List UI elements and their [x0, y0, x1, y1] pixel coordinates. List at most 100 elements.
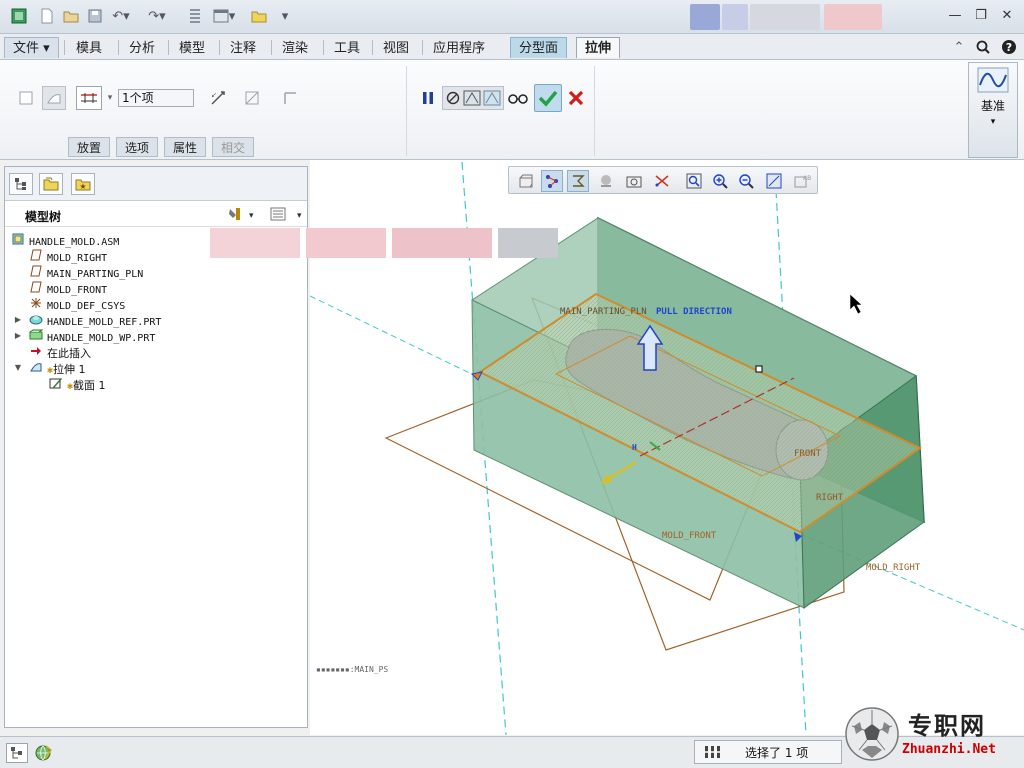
graphics-window[interactable]: MAIN_PARTING_PLN PULL DIRECTION H FRONT …: [210, 160, 1024, 736]
extrude-dashboard: ▾ 1个项 ↙ 放置 选项 属性 相交 基准 ▾: [0, 60, 1024, 160]
tree-item-label: HANDLE_MOLD_WP.PRT: [47, 333, 156, 344]
tab-model[interactable]: 模型: [170, 37, 214, 58]
subtab-options[interactable]: 选项: [116, 137, 159, 157]
surface-icon[interactable]: [42, 86, 66, 110]
windows-icon[interactable]: ▾: [210, 7, 238, 25]
ok-button[interactable]: [534, 84, 562, 112]
datum-display-icon[interactable]: [541, 170, 563, 192]
view-manager-icon[interactable]: AB: [791, 170, 813, 192]
soccer-ball-logo-icon: [844, 706, 900, 765]
display-style-icon[interactable]: [623, 170, 645, 192]
remove-material-icon[interactable]: [240, 86, 264, 110]
tab-analysis[interactable]: 分析: [120, 37, 164, 58]
datum-label: 基准: [980, 99, 1005, 113]
model-tree-tab-icon[interactable]: [9, 173, 33, 195]
expand-triangle-icon[interactable]: ▶: [13, 331, 23, 340]
part-icon: [29, 313, 43, 329]
selection-collector-field[interactable]: 1个项: [118, 89, 194, 107]
tab-view[interactable]: 视图: [374, 37, 418, 58]
close-window-folder-icon[interactable]: [250, 7, 268, 25]
depth-option-dropdown-icon[interactable]: ▾: [104, 86, 116, 110]
cancel-button[interactable]: [564, 86, 588, 110]
assembly-icon: [11, 233, 25, 249]
tree-item-label: 截面 1: [73, 379, 106, 392]
tree-item-extrude-1[interactable]: ✱拉伸 1: [29, 361, 86, 376]
tree-item-mold-front[interactable]: MOLD_FRONT: [29, 281, 107, 296]
navigator-tabs: ★: [5, 167, 307, 201]
tab-tools[interactable]: 工具: [325, 37, 369, 58]
subtab-intersect[interactable]: 相交: [212, 137, 255, 157]
verify-glasses-icon[interactable]: [506, 86, 530, 110]
show-navigator-icon[interactable]: [6, 743, 28, 763]
folder-browser-tab-icon[interactable]: [39, 173, 63, 195]
svg-text:▾: ▾: [249, 211, 254, 221]
zoom-out-icon[interactable]: [735, 170, 757, 192]
tab-parting-surface[interactable]: 分型面: [510, 37, 568, 58]
spin-center-icon[interactable]: [595, 170, 617, 192]
blur-block: [306, 228, 386, 258]
perspective-icon[interactable]: [651, 170, 673, 192]
restore-icon[interactable]: ❐: [970, 6, 992, 26]
subtab-properties[interactable]: 属性: [164, 137, 207, 157]
datum-plane-icon: [29, 249, 43, 265]
main-parting-label: MAIN_PARTING_PLN: [560, 307, 647, 317]
datum-button[interactable]: 基准 ▾: [968, 62, 1018, 158]
tree-item-main-parting-pln[interactable]: MAIN_PARTING_PLN: [29, 265, 143, 280]
thicken-icon[interactable]: [278, 86, 302, 110]
tree-settings-icon[interactable]: ▾: [227, 206, 257, 225]
minimize-icon[interactable]: —: [944, 6, 966, 26]
tab-applications[interactable]: 应用程序: [424, 37, 494, 58]
preview-options-icon[interactable]: [442, 86, 504, 110]
repaint-icon[interactable]: [763, 170, 785, 192]
tree-item-section-1[interactable]: ✱截面 1: [49, 377, 106, 392]
favorites-tab-icon[interactable]: ★: [71, 173, 95, 195]
saved-views-icon[interactable]: [515, 170, 537, 192]
pull-direction-label: PULL DIRECTION: [656, 307, 732, 317]
selection-status[interactable]: 选择了 1 项: [694, 740, 842, 764]
depth-option-icon[interactable]: [76, 86, 102, 110]
tab-file[interactable]: 文件 ▾: [4, 37, 59, 58]
right-tag-label: RIGHT: [816, 493, 844, 503]
tree-item-mold-right[interactable]: MOLD_RIGHT: [29, 249, 107, 264]
subtab-placement[interactable]: 放置: [68, 137, 111, 157]
expand-triangle-icon[interactable]: ▶: [13, 315, 23, 324]
tree-item-wp-part[interactable]: HANDLE_MOLD_WP.PRT: [29, 329, 155, 344]
refit-icon[interactable]: [683, 170, 705, 192]
open-icon[interactable]: [62, 7, 80, 25]
zoom-in-icon[interactable]: [709, 170, 731, 192]
ribbon-group-divider: [594, 66, 595, 156]
show-browser-icon[interactable]: [32, 743, 54, 763]
tree-show-icon[interactable]: ▾: [269, 206, 305, 225]
flip-direction-icon[interactable]: ↙: [206, 86, 230, 110]
save-icon[interactable]: [86, 7, 104, 25]
tab-render[interactable]: 渲染: [273, 37, 317, 58]
regenerate-icon[interactable]: [186, 7, 204, 25]
help-icon[interactable]: ?: [1000, 38, 1018, 56]
collapse-triangle-icon[interactable]: ▼: [13, 363, 23, 372]
csys-icon: [29, 297, 43, 313]
tree-item-assembly[interactable]: HANDLE_MOLD.ASM: [11, 233, 119, 248]
tree-item-ref-part[interactable]: HANDLE_MOLD_REF.PRT: [29, 313, 161, 328]
tree-item-label: HANDLE_MOLD.ASM: [29, 237, 120, 248]
tree-item-mold-def-csys[interactable]: MOLD_DEF_CSYS: [29, 297, 125, 312]
annotation-display-icon[interactable]: [567, 170, 589, 192]
customize-toolbar-icon[interactable]: ▾: [276, 7, 294, 25]
tab-mold[interactable]: 模具: [67, 37, 111, 58]
solid-icon[interactable]: [14, 86, 38, 110]
tab-annotate[interactable]: 注释: [221, 37, 265, 58]
tab-divider: [372, 40, 373, 55]
close-icon[interactable]: ✕: [996, 6, 1018, 26]
tree-item-insert-here[interactable]: 在此插入: [29, 345, 91, 360]
new-icon[interactable]: [38, 7, 56, 25]
svg-text:↙: ↙: [211, 91, 217, 99]
tab-extrude[interactable]: 拉伸: [576, 37, 621, 58]
minimize-ribbon-icon[interactable]: ⌃: [950, 38, 968, 56]
tree-item-label: MAIN_PARTING_PLN: [47, 269, 144, 280]
app-icon: [10, 7, 28, 25]
search-icon[interactable]: [974, 38, 992, 56]
drag-handle[interactable]: [755, 365, 763, 373]
redo-icon[interactable]: ↷▾: [146, 7, 168, 25]
pause-icon[interactable]: [416, 86, 440, 110]
model-tree-header: 模型树 ▾ ▾: [5, 203, 307, 227]
undo-icon[interactable]: ↶▾: [110, 7, 132, 25]
